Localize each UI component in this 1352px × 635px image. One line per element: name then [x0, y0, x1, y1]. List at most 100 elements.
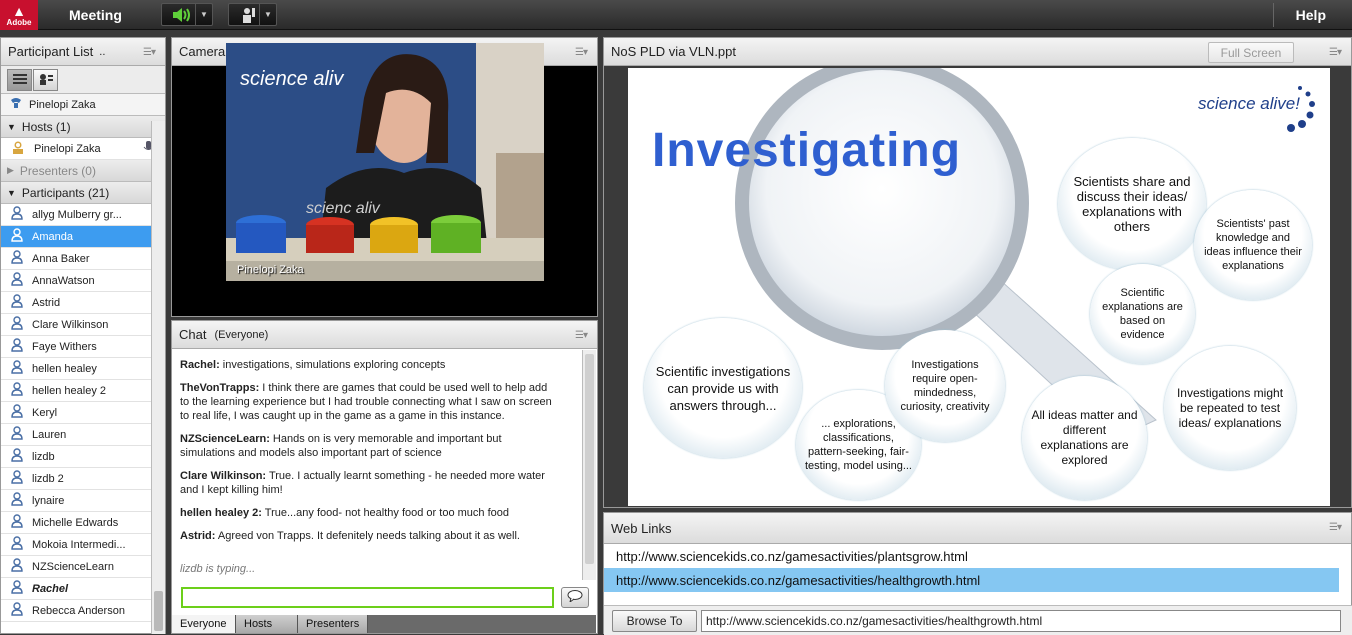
chat-message: NZScienceLearn: Hands on is very memorab…: [180, 432, 558, 460]
participant-row[interactable]: lizdb: [1, 446, 151, 468]
participant-row[interactable]: Lauren: [1, 424, 151, 446]
host-row[interactable]: Pinelopi Zaka: [1, 138, 165, 160]
video-feed[interactable]: science aliv scienc aliv Pinelopi Zaka: [226, 43, 544, 281]
presenters-section[interactable]: ▶ Presenters (0): [1, 160, 165, 182]
meeting-menu[interactable]: Meeting: [69, 7, 122, 23]
chat-scrollbar-thumb[interactable]: [585, 354, 594, 564]
slide-bubble: All ideas matter and different explanati…: [1022, 376, 1147, 500]
chat-tab-everyone[interactable]: Everyone: [172, 615, 236, 633]
slide-heading: Investigating: [652, 124, 962, 177]
chat-scrollbar[interactable]: [582, 350, 596, 580]
participant-list-pod: Participant List .. ☰▾ Pinelopi Zaka ▼ H…: [0, 37, 166, 634]
participant-name: lynaire: [32, 494, 65, 507]
participant-row[interactable]: Faye Withers: [1, 336, 151, 358]
person-icon: [11, 316, 23, 333]
web-link-row[interactable]: http://www.sciencekids.co.nz/gamesactivi…: [604, 568, 1339, 592]
participant-row[interactable]: NZScienceLearn: [1, 556, 151, 578]
presentation-slide: Investigating science alive! Scientists …: [628, 68, 1330, 506]
chat-pod: Chat (Everyone) ☰▾ Rachel: investigation…: [171, 320, 598, 634]
person-icon: [11, 382, 23, 399]
participant-row[interactable]: Keryl: [1, 402, 151, 424]
list-view-button[interactable]: [7, 69, 32, 91]
help-separator: [1273, 3, 1274, 27]
chat-tab-hosts[interactable]: Hosts: [236, 615, 298, 633]
participant-row[interactable]: Amanda: [1, 226, 151, 248]
person-icon: [11, 514, 23, 531]
hosts-section[interactable]: ▼ Hosts (1): [1, 116, 165, 138]
participants-section[interactable]: ▼ Participants (21): [1, 182, 165, 204]
participant-scrollbar[interactable]: [151, 121, 165, 634]
web-links-pod: Web Links ☰▾ http://www.sciencekids.co.n…: [603, 512, 1352, 635]
web-link-row[interactable]: http://www.sciencekids.co.nz/gamesactivi…: [604, 544, 1339, 568]
pod-options-icon[interactable]: ☰▾: [575, 47, 588, 58]
participant-name: AnnaWatson: [32, 274, 95, 287]
pod-options-icon[interactable]: ☰▾: [143, 47, 156, 58]
status-dropdown-icon[interactable]: ▼: [259, 4, 276, 25]
adobe-logo: ▲ Adobe: [0, 0, 38, 30]
participant-name: Rebecca Anderson: [32, 604, 125, 617]
participant-view-toolbar: [1, 66, 165, 94]
chat-text: investigations, simulations exploring co…: [219, 359, 446, 371]
chat-text: Agreed von Trapps. It defenitely needs t…: [215, 530, 520, 542]
participant-row[interactable]: allyg Mulberry gr...: [1, 204, 151, 226]
person-icon: [11, 558, 23, 575]
chat-input[interactable]: [181, 587, 554, 608]
host-name: Pinelopi Zaka: [34, 142, 101, 155]
slide-bubble: Scientists' past knowledge and ideas inf…: [1194, 190, 1312, 300]
speaker-icon: [165, 5, 198, 24]
person-icon: [11, 360, 23, 377]
participant-row[interactable]: Astrid: [1, 292, 151, 314]
send-message-button[interactable]: [561, 587, 589, 608]
participant-name: Keryl: [32, 406, 58, 419]
participant-row[interactable]: Mokoia Intermedi...: [1, 534, 151, 556]
participant-name: Lauren: [32, 428, 67, 441]
help-menu[interactable]: Help: [1296, 7, 1326, 23]
chat-sender: Rachel:: [180, 359, 220, 371]
chat-message: hellen healey 2: True...any food- not he…: [180, 506, 558, 520]
person-icon: [11, 206, 23, 223]
participant-row[interactable]: Rebecca Anderson: [1, 600, 151, 622]
participant-row[interactable]: Anna Baker: [1, 248, 151, 270]
speech-bubble-icon: [567, 590, 583, 605]
speaker-dropdown-icon[interactable]: ▼: [195, 4, 212, 25]
participant-name: allyg Mulberry gr...: [32, 208, 122, 221]
pod-options-icon[interactable]: ☰▾: [1329, 522, 1342, 533]
participant-row[interactable]: hellen healey: [1, 358, 151, 380]
chat-tab-presenters[interactable]: Presenters: [298, 615, 368, 633]
participant-row[interactable]: lizdb 2: [1, 468, 151, 490]
typing-indicator: lizdb is typing...: [180, 563, 256, 575]
status-button[interactable]: ▼: [228, 3, 277, 26]
participant-row[interactable]: hellen healey 2: [1, 380, 151, 402]
full-screen-button[interactable]: Full Screen: [1208, 42, 1294, 63]
pod-options-icon[interactable]: ☰▾: [575, 330, 588, 341]
browse-to-button[interactable]: Browse To: [612, 610, 697, 632]
pod-options-icon[interactable]: ☰▾: [1329, 47, 1342, 58]
participant-row[interactable]: lynaire: [1, 490, 151, 512]
person-icon: [11, 250, 23, 267]
presenters-label: Presenters (0): [19, 163, 96, 178]
share-pod-header: NoS PLD via VLN.ppt Full Screen ☰▾: [604, 38, 1351, 66]
speaker-button[interactable]: ▼: [161, 3, 213, 26]
participant-name: Astrid: [32, 296, 61, 309]
participant-name: Clare Wilkinson: [32, 318, 109, 331]
participant-name: lizdb 2: [32, 472, 64, 485]
chat-message: Astrid: Agreed von Trapps. It defenitely…: [180, 529, 558, 543]
person-icon: [11, 228, 23, 245]
participant-name: Rachel: [32, 582, 69, 595]
participant-row[interactable]: Clare Wilkinson: [1, 314, 151, 336]
participant-row[interactable]: AnnaWatson: [1, 270, 151, 292]
chat-sender: Clare Wilkinson:: [180, 470, 267, 482]
participant-row[interactable]: Rachel: [1, 578, 151, 600]
phone-icon: [9, 97, 23, 112]
detail-view-icon: [39, 73, 53, 88]
participant-row[interactable]: Michelle Edwards: [1, 512, 151, 534]
detail-view-button[interactable]: [33, 69, 58, 91]
browse-url-field[interactable]: http://www.sciencekids.co.nz/gamesactivi…: [701, 610, 1341, 632]
scrollbar-thumb[interactable]: [154, 591, 163, 631]
chat-tabs: Everyone Hosts Presenters: [172, 615, 596, 633]
chat-text: True...any food- not healthy food or too…: [261, 507, 509, 519]
application-bar: ▲ Adobe Meeting ▼ ▼ Help: [0, 0, 1352, 30]
list-view-icon: [12, 73, 27, 88]
chat-scope: (Everyone): [214, 328, 269, 341]
participant-name: Michelle Edwards: [32, 516, 119, 529]
